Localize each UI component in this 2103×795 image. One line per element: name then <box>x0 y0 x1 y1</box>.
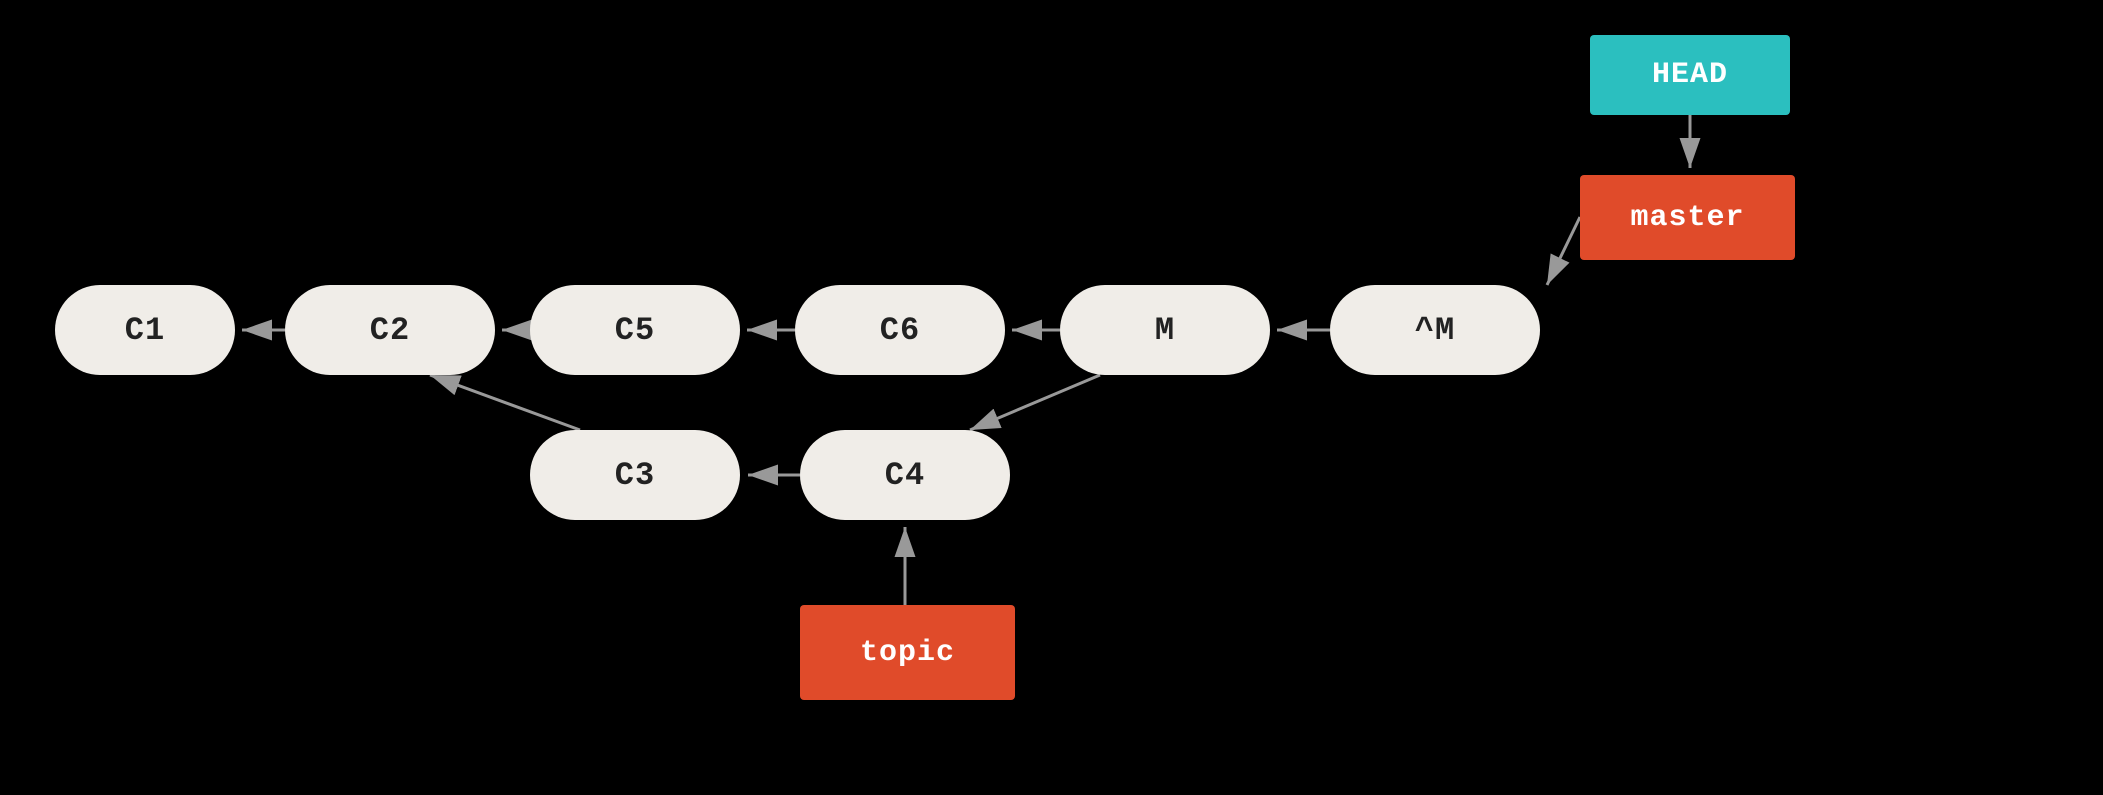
label-master: master <box>1580 175 1795 260</box>
commit-m: M <box>1060 285 1270 375</box>
commit-c6: C6 <box>795 285 1005 375</box>
label-head: HEAD <box>1590 35 1790 115</box>
arrows-svg <box>0 0 2103 795</box>
commit-c5: C5 <box>530 285 740 375</box>
diagram-container: C1 C2 C3 C4 C5 C6 M ^M HEAD master topic <box>0 0 2103 795</box>
commit-caret-m: ^M <box>1330 285 1540 375</box>
label-topic: topic <box>800 605 1015 700</box>
commit-c2: C2 <box>285 285 495 375</box>
commit-c4: C4 <box>800 430 1010 520</box>
commit-c1: C1 <box>55 285 235 375</box>
commit-c3: C3 <box>530 430 740 520</box>
